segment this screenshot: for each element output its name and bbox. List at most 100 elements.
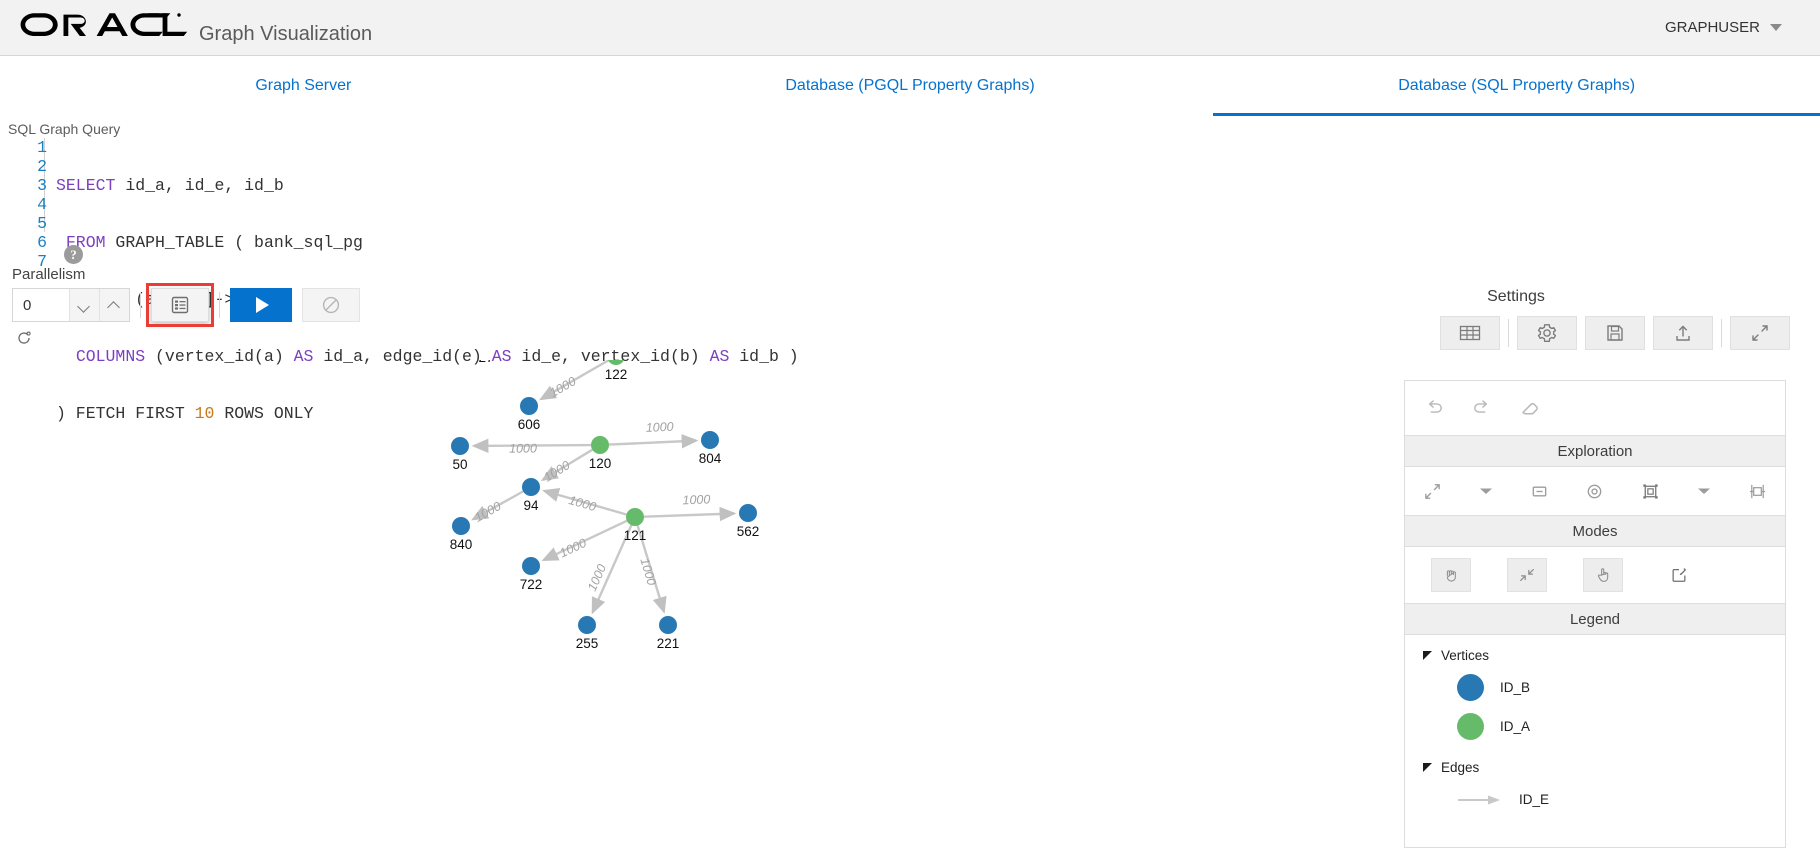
parallelism-increment-button[interactable] bbox=[99, 289, 129, 321]
oracle-logo bbox=[20, 12, 188, 36]
graph-node[interactable] bbox=[522, 478, 540, 496]
graph-node[interactable] bbox=[452, 517, 470, 535]
main-tab-bar: Graph Server Database (PGQL Property Gra… bbox=[0, 56, 1820, 116]
parallelism-stepper[interactable]: 0 bbox=[12, 288, 130, 322]
eraser-icon bbox=[1522, 402, 1538, 415]
focus-button[interactable] bbox=[1585, 482, 1604, 501]
toolbar-divider bbox=[140, 292, 141, 318]
code-line-1: SELECT id_a, id_e, id_b bbox=[56, 176, 284, 195]
expand-arrows-icon bbox=[1752, 325, 1768, 341]
fullscreen-button[interactable] bbox=[1730, 316, 1790, 350]
layout-icon bbox=[1749, 484, 1766, 498]
legend-item-id-b[interactable]: ID_B bbox=[1405, 668, 1785, 707]
toolbar-divider-2 bbox=[219, 292, 220, 318]
legend-title: Legend bbox=[1569, 610, 1621, 628]
run-query-button[interactable] bbox=[230, 288, 292, 322]
settings-toolbar bbox=[1440, 316, 1798, 350]
pan-mode-button[interactable] bbox=[1431, 558, 1471, 592]
history-toolbar bbox=[1405, 381, 1785, 435]
graph-visualization-canvas[interactable]: 1000 1000 1000 1000 1000 1000 1000 1000 1000 1000… bbox=[0, 330, 1400, 848]
legend-item-id-a[interactable]: ID_A bbox=[1405, 707, 1785, 746]
chevron-down-icon bbox=[1698, 488, 1711, 494]
undo-icon bbox=[1428, 400, 1442, 413]
save-button[interactable] bbox=[1585, 316, 1645, 350]
graph-edge[interactable] bbox=[643, 506, 737, 522]
sql-query-editor[interactable]: 1 2 3 4 5 6 7 SELECT id_a, id_e, id_b FR… bbox=[8, 138, 1812, 423]
graph-node[interactable] bbox=[451, 437, 469, 455]
graph-node[interactable] bbox=[520, 397, 538, 415]
line-number: 1 bbox=[37, 138, 47, 157]
graph-edge[interactable] bbox=[541, 519, 628, 562]
graph-node-label: 94 bbox=[523, 498, 539, 513]
app-title: Graph Visualization bbox=[199, 22, 373, 45]
graph-node[interactable] bbox=[626, 508, 644, 526]
chevron-down-icon bbox=[79, 300, 90, 311]
graph-edge[interactable] bbox=[608, 434, 699, 449]
graph-node[interactable] bbox=[578, 616, 596, 634]
group-options-dropdown[interactable] bbox=[1697, 486, 1711, 496]
table-view-button[interactable] bbox=[1440, 316, 1500, 350]
settings-divider-2 bbox=[1721, 319, 1722, 347]
group-button[interactable] bbox=[1641, 482, 1660, 501]
graph-svg[interactable]: 100010001000100010001000 100010001000 1000… bbox=[0, 330, 1400, 848]
settings-gear-button[interactable] bbox=[1517, 316, 1577, 350]
redo-icon bbox=[1474, 400, 1488, 413]
results-table-button[interactable] bbox=[146, 283, 214, 327]
pencil-square-icon bbox=[1672, 568, 1687, 582]
legend-item-label: ID_B bbox=[1500, 680, 1531, 695]
editor-code-area[interactable]: SELECT id_a, id_e, id_b FROM GRAPH_TABLE… bbox=[52, 138, 1812, 423]
graph-node[interactable] bbox=[739, 504, 757, 522]
user-menu[interactable]: GRAPHUSER bbox=[1665, 19, 1820, 36]
graph-tools-panel: Exploration Modes Legend Vertices ID_B I… bbox=[1404, 380, 1786, 848]
refresh-icon[interactable] bbox=[16, 330, 32, 346]
tab-database-sql[interactable]: Database (SQL Property Graphs) bbox=[1213, 56, 1820, 116]
chevron-up-icon bbox=[109, 300, 120, 311]
parallelism-decrement-button[interactable] bbox=[69, 289, 99, 321]
pointing-hand-icon bbox=[1597, 568, 1609, 582]
undo-button[interactable] bbox=[1423, 399, 1445, 417]
graph-node-label: 120 bbox=[589, 456, 612, 471]
tab-database-pgql[interactable]: Database (PGQL Property Graphs) bbox=[607, 56, 1214, 116]
box-select-mode-button[interactable] bbox=[1507, 558, 1547, 592]
exploration-title: Exploration bbox=[1557, 442, 1633, 460]
layout-button[interactable] bbox=[1748, 482, 1767, 501]
graph-node-label: 562 bbox=[737, 524, 760, 539]
table-list-icon bbox=[171, 296, 189, 314]
graph-node-label: 840 bbox=[450, 537, 473, 552]
graph-node[interactable] bbox=[607, 347, 625, 365]
brand: Graph Visualization bbox=[0, 10, 372, 46]
vertex-color-swatch bbox=[1457, 713, 1484, 740]
graph-node[interactable] bbox=[522, 557, 540, 575]
user-name: GRAPHUSER bbox=[1664, 19, 1760, 36]
graph-edge-label: 1000 bbox=[558, 536, 589, 561]
graph-node[interactable] bbox=[701, 431, 719, 449]
cancel-query-button[interactable] bbox=[302, 288, 360, 322]
legend-group-edges[interactable]: Edges bbox=[1405, 746, 1785, 780]
modes-tools-row bbox=[1405, 547, 1785, 603]
top-header-bar: Graph Visualization GRAPHUSER bbox=[0, 0, 1820, 56]
chevron-down-icon bbox=[1479, 488, 1492, 494]
expand-options-dropdown[interactable] bbox=[1479, 486, 1493, 496]
grab-hand-icon bbox=[1446, 570, 1456, 582]
help-icon[interactable]: ? bbox=[64, 245, 83, 264]
redo-button[interactable] bbox=[1471, 399, 1493, 417]
parallelism-value[interactable]: 0 bbox=[13, 289, 69, 321]
upload-button[interactable] bbox=[1653, 316, 1713, 350]
graph-nodes-layer[interactable] bbox=[451, 330, 757, 634]
line-number: 5 bbox=[37, 214, 47, 233]
erase-button[interactable] bbox=[1519, 398, 1541, 418]
upload-icon bbox=[1676, 325, 1690, 341]
settings-title: Settings bbox=[1487, 288, 1545, 305]
legend-item-id-e[interactable]: ID_E bbox=[1405, 780, 1785, 813]
graph-node[interactable] bbox=[659, 616, 677, 634]
edit-mode-button[interactable] bbox=[1659, 558, 1699, 592]
graph-edge-label: 1000 bbox=[682, 492, 710, 507]
line-number: 6 bbox=[37, 233, 47, 252]
expand-button[interactable] bbox=[1423, 482, 1442, 501]
graph-node[interactable] bbox=[591, 436, 609, 454]
tab-graph-server[interactable]: Graph Server bbox=[0, 56, 607, 116]
legend-group-vertices[interactable]: Vertices bbox=[1405, 643, 1785, 668]
exploration-tools-row bbox=[1405, 467, 1785, 515]
collapse-button[interactable] bbox=[1530, 482, 1549, 501]
pointer-mode-button[interactable] bbox=[1583, 558, 1623, 592]
